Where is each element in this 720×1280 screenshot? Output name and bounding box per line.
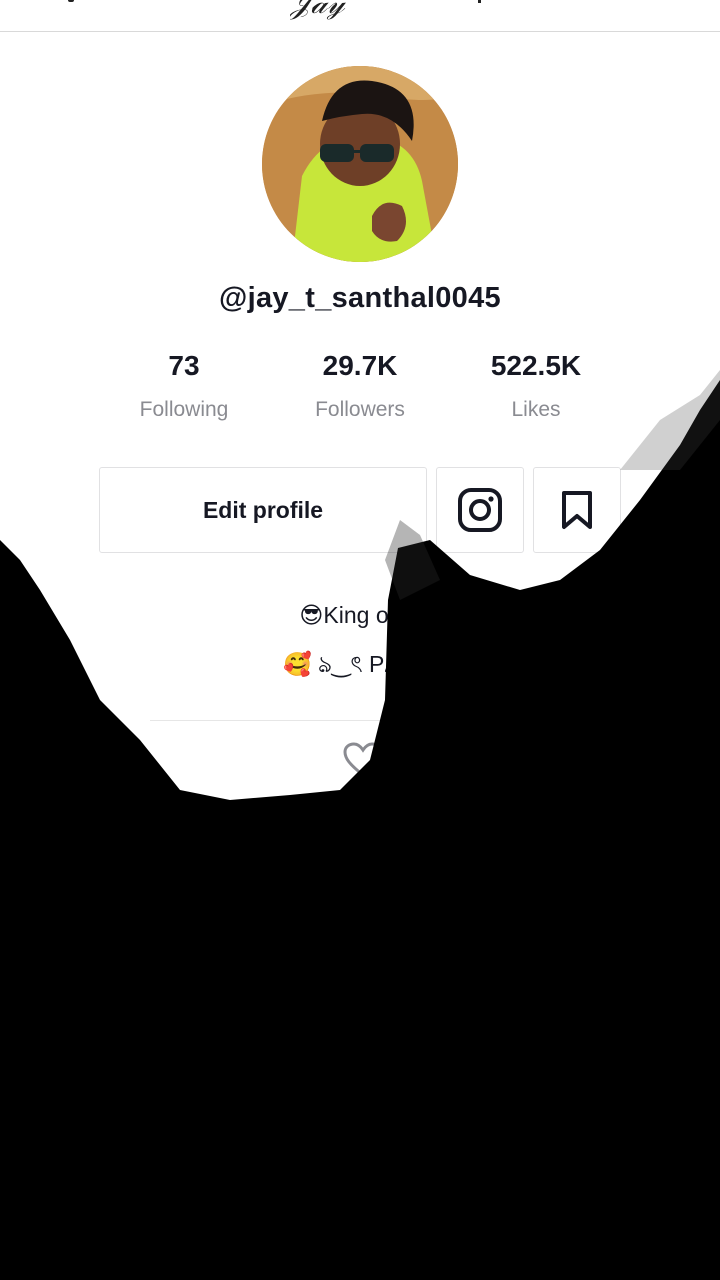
likes-label: Likes <box>511 398 561 421</box>
menu-icon[interactable] <box>478 0 481 3</box>
top-nav-bar: 𝒥𝒶𝓎 <box>0 0 720 32</box>
followers-label: Followers <box>315 398 405 421</box>
sunglasses-emoji: 😎 <box>299 603 324 629</box>
username: @jay_t_santhal0045 <box>219 282 501 314</box>
bio-text-2: PΔG <box>369 651 418 677</box>
stat-followers[interactable]: 29.7K Followers <box>280 350 440 422</box>
stat-likes[interactable]: 522.5K Likes <box>456 350 616 422</box>
bookmark-icon <box>562 491 592 529</box>
smiling-hearts-emoji: 🥰 <box>282 652 312 678</box>
app-title-script: 𝒥𝒶𝓎 <box>290 0 345 21</box>
following-count: 73 <box>168 350 200 381</box>
boxed-letter: A <box>417 656 437 678</box>
likes-count: 522.5K <box>490 350 582 381</box>
bio-text-1: King of th <box>323 602 421 628</box>
stat-following[interactable]: 73 Following <box>104 350 264 422</box>
instagram-button[interactable] <box>436 467 524 553</box>
following-label: Following <box>139 398 229 421</box>
edit-profile-button[interactable]: Edit profile <box>99 467 427 553</box>
favorites-button[interactable] <box>533 467 621 553</box>
bio-line-2: 🥰 ঌ‿ৎ PΔG A <box>0 646 720 685</box>
liked-heart-icon[interactable] <box>343 742 383 778</box>
instagram-icon <box>458 488 502 532</box>
tab-divider <box>150 720 570 721</box>
followers-count: 29.7K <box>322 350 398 381</box>
bio-line-1: 😎King of th <box>0 602 720 629</box>
profile-stats: 73 Following 29.7K Followers 522.5K Like… <box>0 350 720 440</box>
back-icon[interactable] <box>68 0 74 2</box>
avatar[interactable] <box>262 66 458 262</box>
swirl-glyph: ঌ‿ৎ <box>318 651 363 677</box>
